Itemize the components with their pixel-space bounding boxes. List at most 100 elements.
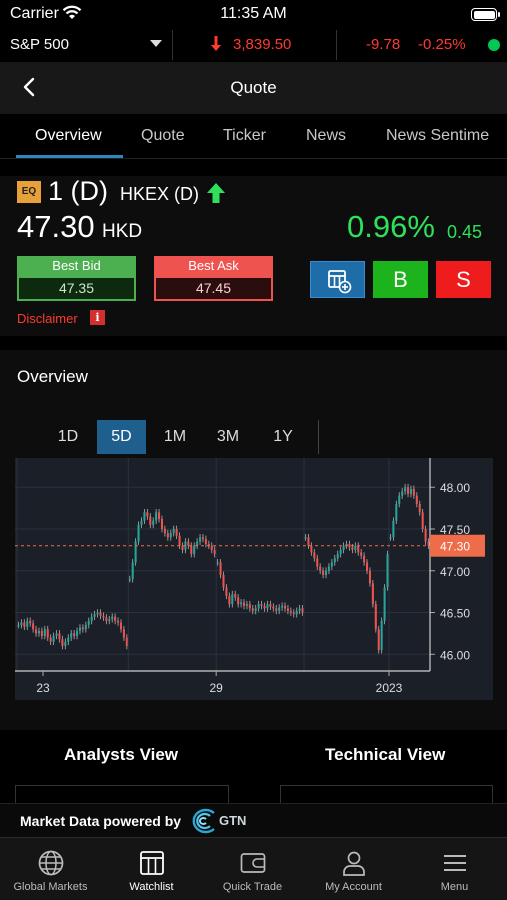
- candle: [360, 552, 363, 556]
- brand-name: GTN: [219, 813, 247, 828]
- currency: HKD: [102, 221, 143, 242]
- candle: [316, 558, 319, 567]
- candle: [260, 604, 263, 606]
- candle: [210, 545, 213, 550]
- best-ask-label: Best Ask: [154, 256, 273, 276]
- period-1m-button[interactable]: 1M: [156, 420, 194, 454]
- candle: [357, 545, 360, 553]
- candle: [140, 520, 143, 525]
- candle: [35, 629, 38, 634]
- candle: [380, 620, 383, 651]
- status-bar: Carrier 11:35 AM: [0, 0, 507, 30]
- period-5d-button[interactable]: 5D: [97, 420, 146, 454]
- candle: [333, 558, 336, 563]
- candle: [169, 533, 172, 538]
- index-value: 3,839.50: [233, 36, 292, 53]
- price-chart-svg[interactable]: 48.0047.5047.0046.5046.0023 29 202347.30: [15, 458, 493, 700]
- sell-button[interactable]: S: [436, 261, 491, 298]
- index-ticker-bar: S&P 500 3,839.50 -9.78 -0.25%: [0, 30, 507, 60]
- candle: [342, 545, 345, 550]
- candle: [421, 512, 424, 529]
- best-bid-box[interactable]: Best Bid 47.35: [17, 256, 136, 301]
- candle: [415, 495, 418, 504]
- candle: [395, 503, 398, 521]
- candle: [377, 629, 380, 651]
- candle: [67, 637, 70, 642]
- candle: [99, 612, 102, 616]
- candle: [199, 537, 202, 542]
- tab-overview[interactable]: Overview: [35, 127, 102, 145]
- candle: [228, 595, 231, 605]
- candle: [272, 606, 275, 609]
- period-3m-button[interactable]: 3M: [209, 420, 247, 454]
- period-1d-button[interactable]: 1D: [50, 420, 86, 454]
- clock: 11:35 AM: [220, 5, 287, 22]
- y-tick-label: 46.50: [440, 607, 470, 621]
- chart-background: [15, 458, 493, 700]
- candle: [149, 516, 152, 525]
- candle: [407, 487, 410, 494]
- add-watchlist-icon: [328, 270, 352, 294]
- info-icon[interactable]: i: [90, 310, 105, 325]
- candle: [20, 622, 23, 626]
- candle: [160, 518, 164, 529]
- technical-view-card[interactable]: [280, 785, 493, 805]
- last-price: 47.30: [17, 209, 95, 244]
- add-to-watchlist-button[interactable]: [310, 261, 365, 298]
- wallet-icon: [238, 848, 268, 883]
- candle: [61, 639, 64, 646]
- disclaimer-link[interactable]: Disclaimer: [17, 311, 78, 326]
- candle: [108, 619, 111, 621]
- candle: [266, 604, 269, 609]
- nav-global-markets[interactable]: Global Markets: [0, 838, 101, 900]
- candle: [301, 608, 304, 613]
- candle: [190, 545, 193, 555]
- change-value: 0.45: [447, 222, 483, 242]
- index-change: -9.78: [366, 36, 401, 53]
- nav-quick-trade[interactable]: Quick Trade: [202, 838, 303, 900]
- candle: [398, 495, 401, 504]
- candle: [193, 545, 196, 555]
- watchlist-icon: [137, 848, 167, 883]
- candle: [119, 622, 123, 630]
- tab-quote[interactable]: Quote: [141, 127, 185, 145]
- period-1y-button[interactable]: 1Y: [265, 420, 301, 454]
- candle: [363, 555, 366, 563]
- analysts-view-card[interactable]: [15, 785, 229, 805]
- nav-menu[interactable]: Menu: [404, 838, 505, 900]
- buy-button[interactable]: B: [373, 261, 428, 298]
- candle: [336, 554, 339, 559]
- best-ask-box[interactable]: Best Ask 47.45: [154, 256, 273, 301]
- index-selector[interactable]: S&P 500: [10, 36, 165, 53]
- menu-icon: [440, 848, 470, 883]
- navigation-bar: Quote: [0, 62, 507, 114]
- candle: [269, 604, 272, 607]
- candle: [242, 602, 246, 606]
- candle: [251, 608, 254, 611]
- nav-my-account[interactable]: My Account: [303, 838, 404, 900]
- tab-news-sentiment[interactable]: News Sentime: [386, 127, 489, 145]
- candle: [219, 562, 222, 575]
- candle: [76, 630, 79, 636]
- nav-watchlist[interactable]: Watchlist: [101, 838, 202, 900]
- candle: [114, 616, 117, 621]
- tab-news[interactable]: News: [306, 127, 346, 145]
- candle: [32, 623, 35, 630]
- candle: [152, 520, 155, 525]
- nav-label: My Account: [325, 881, 382, 893]
- arrow-down-icon: [210, 34, 222, 56]
- candle: [29, 620, 32, 624]
- best-ask-value: 47.45: [154, 276, 273, 301]
- tab-ticker[interactable]: Ticker: [223, 127, 266, 145]
- candle: [248, 604, 251, 609]
- chevron-down-icon[interactable]: [150, 40, 162, 47]
- candle: [73, 633, 76, 636]
- y-tick-label: 48.00: [440, 481, 470, 495]
- divider: [172, 30, 173, 60]
- price-chart[interactable]: 48.00 47.50 47.00 46.50 46.00 23 29 2023 47.30: [15, 458, 493, 700]
- candle: [234, 594, 237, 598]
- candle: [289, 610, 292, 613]
- last-price-label: 47.30: [440, 540, 470, 554]
- candle: [175, 529, 178, 536]
- candle: [96, 612, 99, 615]
